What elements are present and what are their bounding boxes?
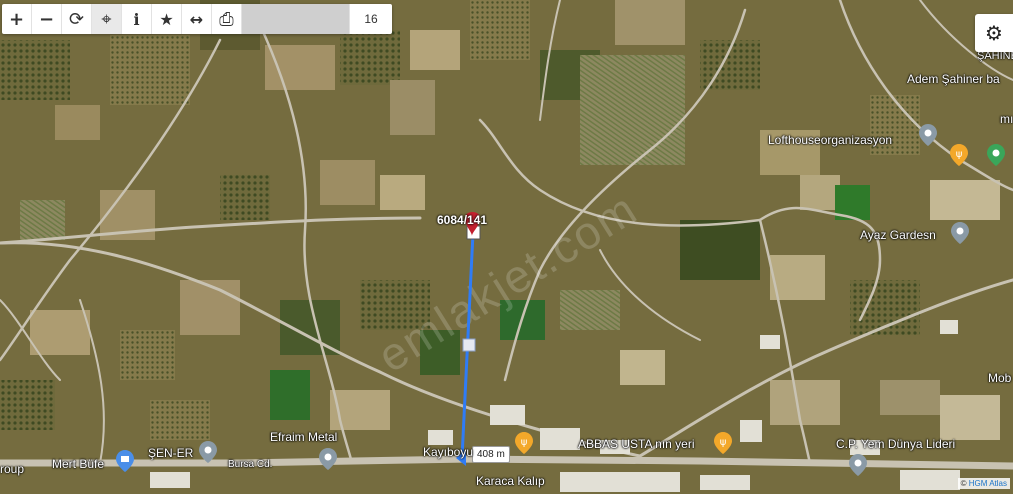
restaurant-pin-icon[interactable]: ψ bbox=[515, 432, 533, 454]
location-pin-icon[interactable] bbox=[319, 448, 337, 470]
gear-icon: ⚙ bbox=[985, 21, 1003, 45]
info-icon: i bbox=[133, 9, 140, 29]
location-pin-icon[interactable] bbox=[951, 222, 969, 244]
settings-button[interactable]: ⚙ bbox=[975, 14, 1013, 52]
measure-icon: ↔ bbox=[189, 9, 204, 29]
print-icon: ⎙ bbox=[219, 8, 234, 30]
favorite-button[interactable]: ★ bbox=[152, 4, 182, 34]
crosshair-icon: ⌖ bbox=[101, 8, 112, 30]
minus-icon: − bbox=[38, 8, 55, 30]
star-icon: ★ bbox=[159, 9, 174, 29]
location-pin-icon[interactable] bbox=[199, 441, 217, 463]
restaurant-pin-icon[interactable]: ψ bbox=[950, 144, 968, 166]
info-button[interactable]: i bbox=[122, 4, 152, 34]
location-pin-icon[interactable] bbox=[849, 454, 867, 476]
zoom-out-button[interactable]: − bbox=[32, 4, 62, 34]
svg-text:ψ: ψ bbox=[956, 149, 963, 160]
svg-text:ψ: ψ bbox=[720, 437, 727, 448]
location-pin-icon[interactable] bbox=[919, 124, 937, 146]
print-button[interactable]: ⎙ bbox=[212, 4, 242, 34]
measure-button[interactable]: ↔ bbox=[182, 4, 212, 34]
attribution: © HGM Atlas bbox=[957, 478, 1010, 489]
shop-pin-icon[interactable] bbox=[116, 450, 134, 472]
restaurant-pin-icon[interactable]: ψ bbox=[714, 432, 732, 454]
poi-layer: ψ ψ ψ bbox=[116, 124, 1005, 476]
copyright-symbol: © bbox=[960, 479, 967, 488]
scale-field[interactable] bbox=[242, 4, 350, 34]
refresh-icon: ⟳ bbox=[68, 8, 85, 30]
zoom-in-button[interactable]: + bbox=[2, 4, 32, 34]
attribution-link[interactable]: HGM Atlas bbox=[969, 479, 1007, 488]
svg-text:ψ: ψ bbox=[521, 437, 528, 448]
map-toolbar: + − ⟳ ⌖ i ★ ↔ ⎙ 16 bbox=[2, 4, 392, 34]
plus-icon: + bbox=[8, 8, 25, 30]
zoom-level: 16 bbox=[364, 12, 378, 26]
locate-button[interactable]: ⌖ bbox=[92, 4, 122, 34]
refresh-button[interactable]: ⟳ bbox=[62, 4, 92, 34]
park-pin-icon[interactable] bbox=[987, 144, 1005, 166]
